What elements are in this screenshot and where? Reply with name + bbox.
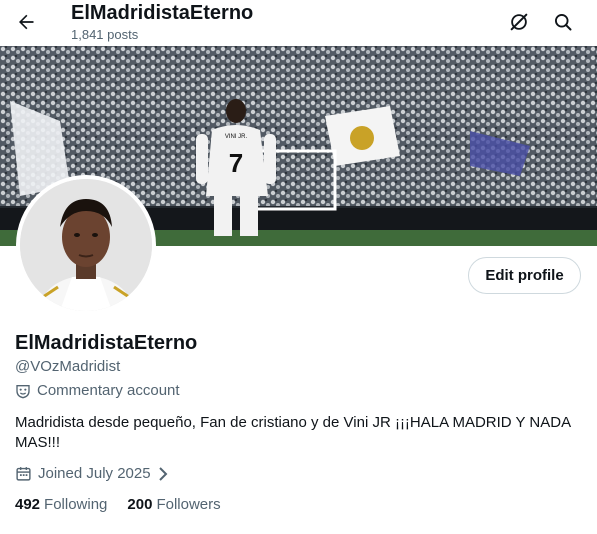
following-count: 492 xyxy=(15,496,41,513)
followers-count: 200 xyxy=(127,496,153,513)
header-title: ElMadridistaEterno xyxy=(71,2,254,24)
following-label: Following xyxy=(44,496,108,513)
search-button[interactable] xyxy=(547,6,579,38)
profile-bio: Madridista desde pequeño, Fan de cristia… xyxy=(15,414,571,451)
back-button[interactable] xyxy=(10,6,42,38)
account-type-label[interactable]: Commentary account xyxy=(15,382,180,399)
follow-stats: 492 Following 200 Followers xyxy=(15,496,221,513)
banner-player-number: 7 xyxy=(229,148,243,178)
grok-button[interactable] xyxy=(503,6,535,38)
following-link[interactable]: 492 Following xyxy=(15,496,107,513)
display-name: ElMadridistaEterno xyxy=(15,332,198,354)
joined-date[interactable]: Joined July 2025 xyxy=(15,465,169,482)
account-type-text: Commentary account xyxy=(37,382,180,399)
grok-slash-icon xyxy=(510,13,528,31)
avatar-image xyxy=(20,179,152,311)
profile-header: ElMadridistaEterno 1,841 posts xyxy=(0,0,597,46)
user-handle: @VOzMadridist xyxy=(15,358,121,375)
followers-link[interactable]: 200 Followers xyxy=(127,496,220,513)
header-title-block: ElMadridistaEterno 1,841 posts xyxy=(71,1,253,44)
post-count: 1,841 posts xyxy=(71,27,139,42)
avatar[interactable] xyxy=(16,175,156,315)
arrow-left-icon xyxy=(19,14,34,30)
followers-label: Followers xyxy=(156,496,221,513)
chevron-right-icon xyxy=(158,466,168,481)
banner-player-name: VINI JR. xyxy=(225,134,248,140)
edit-profile-button[interactable]: Edit profile xyxy=(468,257,581,294)
search-icon xyxy=(555,14,572,31)
mask-icon xyxy=(16,384,30,398)
calendar-icon xyxy=(16,467,31,481)
joined-text: Joined July 2025 xyxy=(38,465,151,482)
